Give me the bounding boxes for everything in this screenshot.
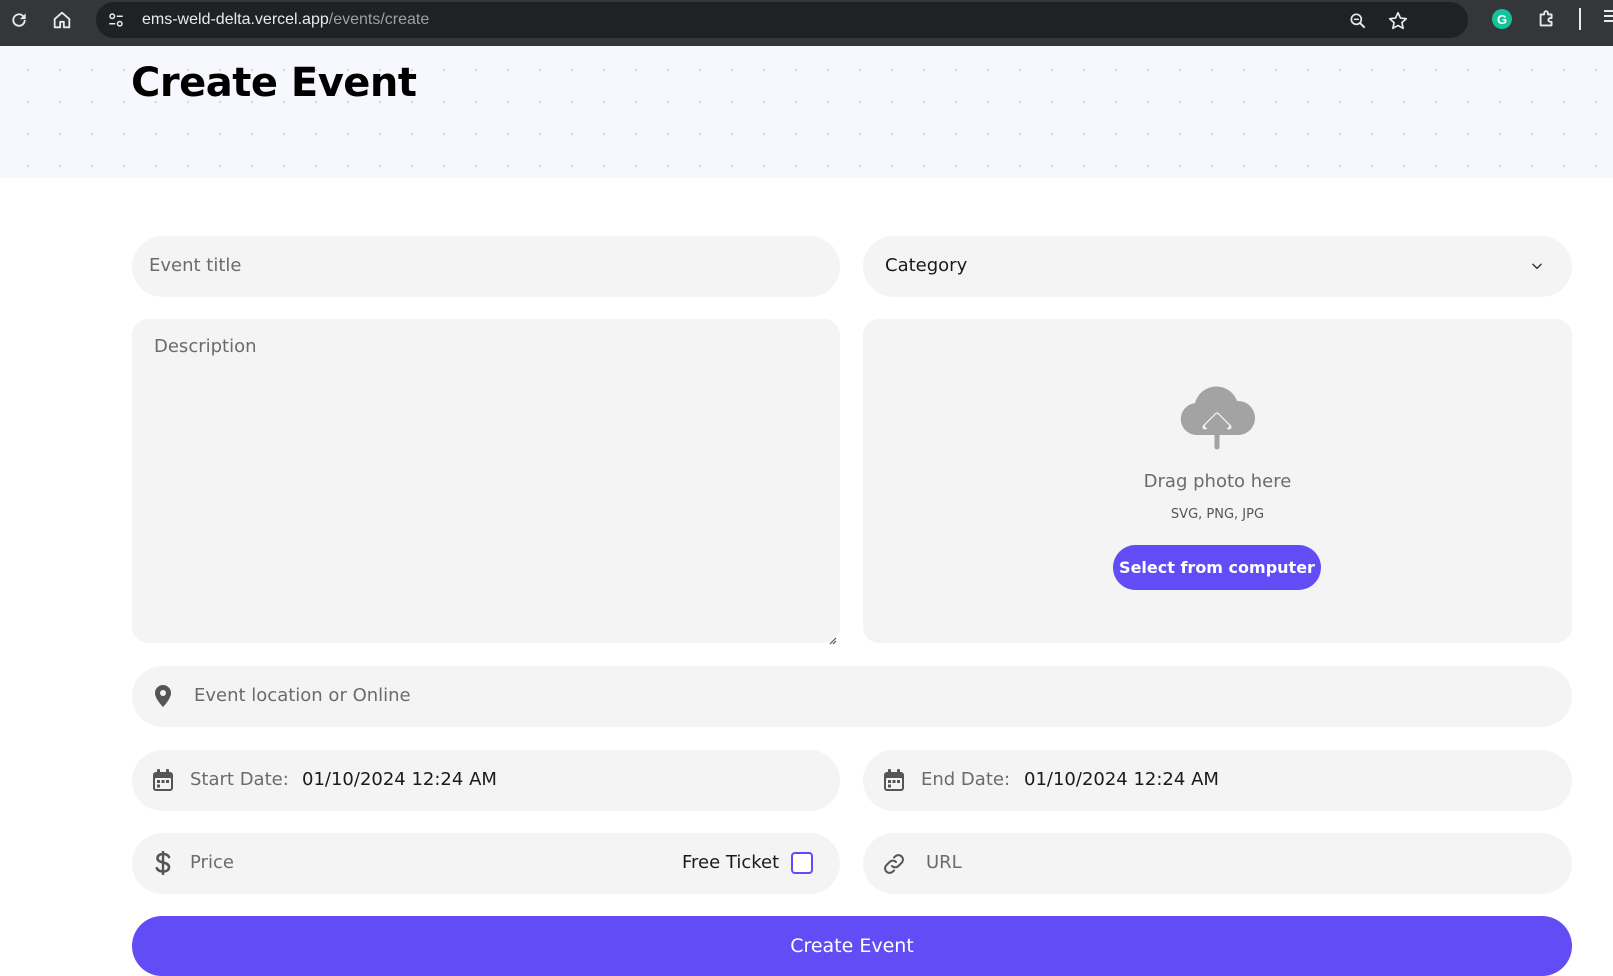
url-placeholder: URL [926,852,962,873]
photo-upload-dropzone[interactable]: Drag photo here SVG, PNG, JPG [863,319,1572,643]
grammarly-extension-icon[interactable]: G [1490,7,1514,31]
url-input[interactable]: URL [863,833,1572,894]
cloud-upload-icon [1177,384,1257,452]
address-bar[interactable]: ems-weld-delta.vercel.app/events/create [96,2,1468,38]
start-date-field[interactable]: Start Date: 01/10/2024 12:24 AM [132,750,840,811]
resize-handle-icon[interactable] [827,630,837,645]
price-field: Price Free Ticket [132,833,840,894]
location-pin-icon [151,684,175,708]
site-settings-icon[interactable] [106,10,126,30]
upload-formats: SVG, PNG, JPG [1170,507,1265,522]
bookmark-star-icon[interactable] [1387,10,1409,32]
start-date-value[interactable]: 01/10/2024 12:24 AM [302,769,497,790]
end-date-field[interactable]: End Date: 01/10/2024 12:24 AM [863,750,1572,811]
url-host: ems-weld-delta.vercel.app [142,11,329,28]
browser-toolbar: ems-weld-delta.vercel.app/events/create … [0,0,1613,46]
category-select[interactable]: Category [863,236,1572,297]
home-icon[interactable] [49,7,75,33]
event-title-placeholder: Event title [149,255,242,276]
reload-icon[interactable] [6,7,32,33]
free-ticket-label: Free Ticket [682,852,780,873]
create-event-button[interactable]: Create Event [132,916,1572,976]
url-path: /events/create [328,11,430,28]
toolbar-divider [1579,8,1581,30]
chevron-down-icon [1529,258,1545,274]
upload-prompt: Drag photo here [1143,471,1292,492]
url-text: ems-weld-delta.vercel.app/events/create [142,10,429,30]
page-title: Create Event [131,60,417,106]
dollar-icon [151,850,175,876]
calendar-icon [151,768,175,792]
extensions-puzzle-icon[interactable] [1535,7,1559,31]
page-header: Create Event [0,46,1613,178]
end-date-value[interactable]: 01/10/2024 12:24 AM [1024,769,1219,790]
free-ticket-checkbox[interactable] [791,852,813,874]
grammarly-badge: G [1492,9,1512,29]
category-selected-value: Category [885,255,968,276]
event-title-input[interactable]: Event title [132,236,840,297]
link-icon [881,851,907,877]
description-textarea[interactable]: Description [132,319,840,645]
description-placeholder: Description [154,336,257,357]
end-date-label: End Date: [921,769,1011,790]
zoom-icon[interactable] [1347,10,1369,32]
browser-menu-icon[interactable] [1604,10,1613,26]
event-location-placeholder: Event location or Online [194,685,411,706]
select-from-computer-button[interactable]: Select from computer [1113,545,1321,590]
calendar-icon [882,768,906,792]
price-placeholder[interactable]: Price [190,852,234,873]
event-location-input[interactable]: Event location or Online [132,666,1572,727]
start-date-label: Start Date: [190,769,289,790]
